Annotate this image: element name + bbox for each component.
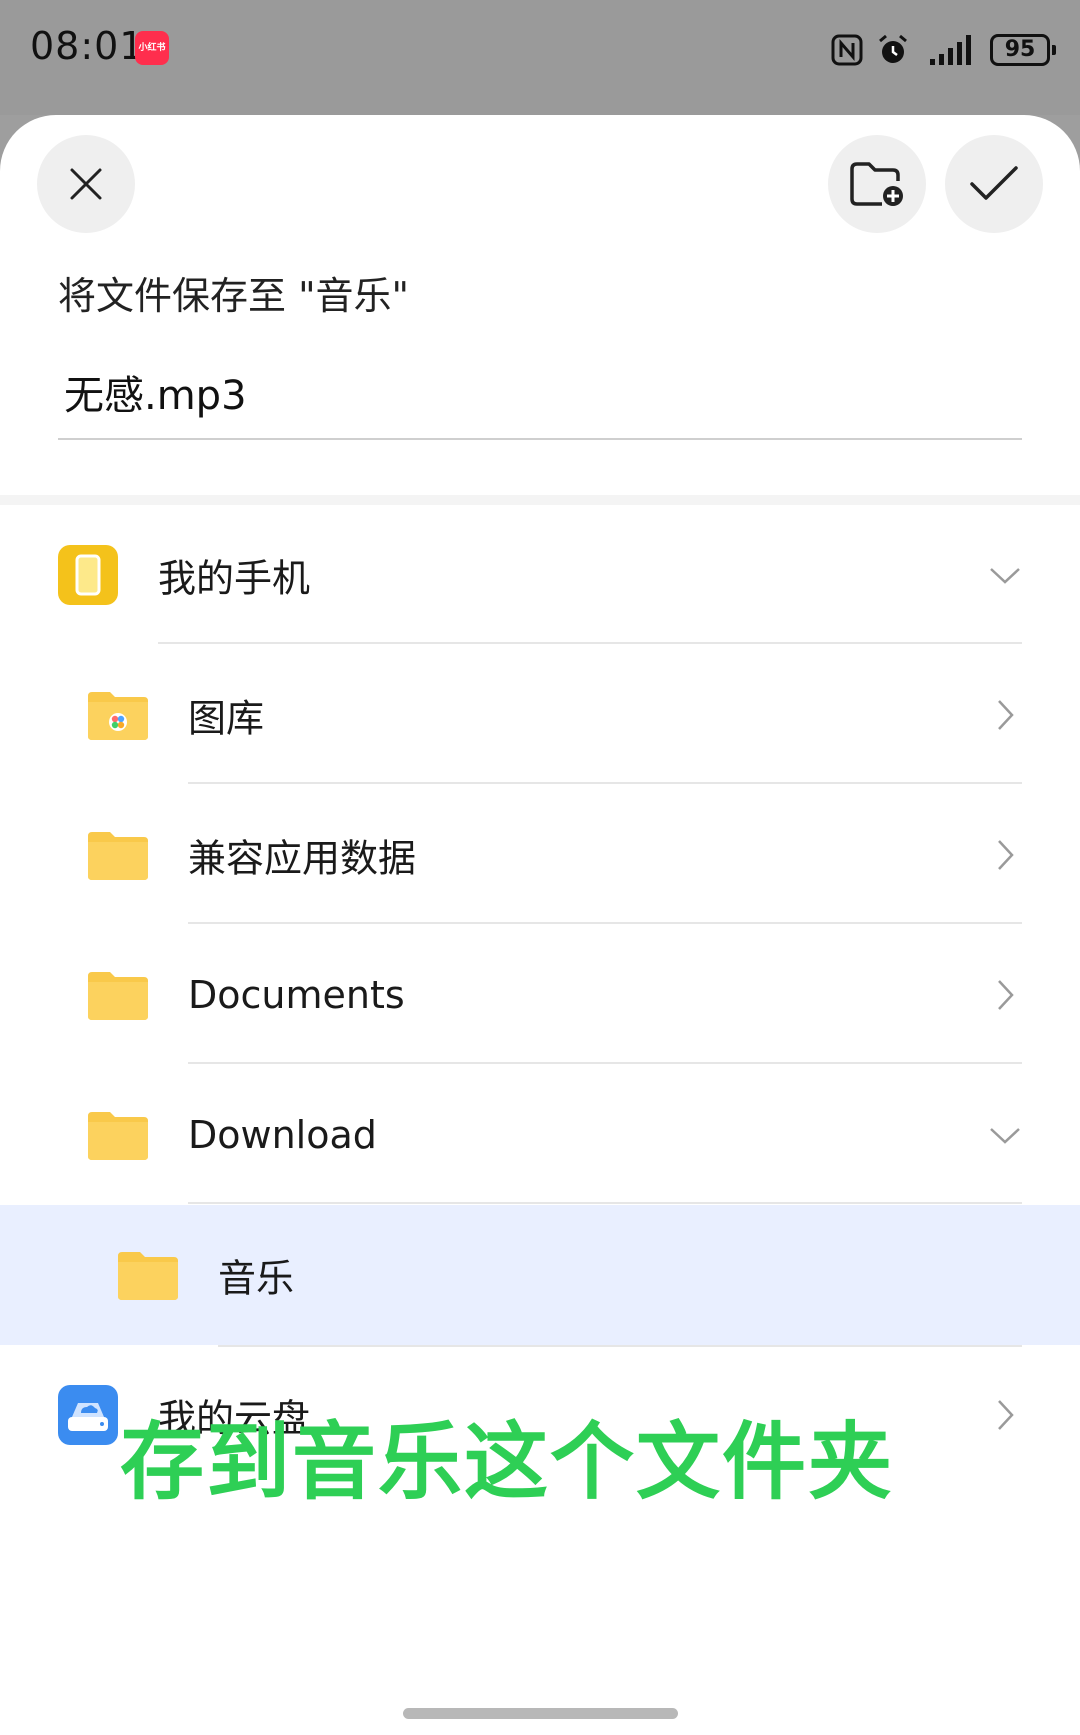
new-folder-icon <box>850 162 903 206</box>
chevron-down-icon <box>990 1128 1020 1144</box>
gallery-folder-icon <box>88 692 148 740</box>
tree-item-music-selected[interactable]: 音乐 <box>0 1205 1080 1345</box>
folder-icon <box>88 832 148 880</box>
folder-icon <box>88 1112 148 1160</box>
chevron-down-icon <box>990 568 1020 584</box>
tree-item-label: 音乐 <box>218 1256 295 1301</box>
folder-icon <box>88 972 148 1020</box>
tree-item-documents[interactable]: Documents <box>0 925 1080 1065</box>
confirm-button[interactable] <box>945 135 1043 233</box>
close-icon <box>70 168 102 200</box>
tree-item-label: Download <box>188 1113 377 1157</box>
tree-item-label: 我的手机 <box>158 556 311 601</box>
chevron-right-icon <box>998 840 1014 870</box>
tree-item-my-phone[interactable]: 我的手机 <box>0 505 1080 645</box>
divider <box>188 1202 1022 1204</box>
filename-input[interactable]: 无感.mp3 <box>64 363 247 421</box>
section-divider <box>0 495 1080 505</box>
overlay-caption: 存到音乐这个文件夹 <box>120 1413 895 1511</box>
chevron-right-icon <box>998 980 1014 1010</box>
cloud-drive-icon <box>58 1385 118 1445</box>
signal-icon <box>930 35 971 65</box>
tree-item-download[interactable]: Download <box>0 1065 1080 1205</box>
chevron-right-icon <box>998 1400 1014 1430</box>
app-badge-icon: 小红书 <box>135 31 169 65</box>
tree-item-label: Documents <box>188 973 405 1017</box>
status-icons: 95 <box>830 30 1056 70</box>
phone-storage-icon <box>58 545 118 605</box>
status-bar: 08:01 小红书 95 <box>0 0 1080 115</box>
checkmark-icon <box>970 166 1018 200</box>
divider <box>158 642 1022 644</box>
folder-icon <box>118 1252 178 1300</box>
divider <box>188 922 1022 924</box>
filename-underline <box>58 438 1022 440</box>
alarm-icon <box>879 34 907 63</box>
battery-icon: 95 <box>990 34 1056 66</box>
tree-item-compat-app-data[interactable]: 兼容应用数据 <box>0 785 1080 925</box>
new-folder-button[interactable] <box>828 135 926 233</box>
chevron-right-icon <box>998 700 1014 730</box>
tree-item-gallery[interactable]: 图库 <box>0 645 1080 785</box>
tree-item-label: 图库 <box>188 696 265 741</box>
divider <box>188 1062 1022 1064</box>
nfc-icon <box>831 34 863 66</box>
divider <box>188 782 1022 784</box>
close-button[interactable] <box>37 135 135 233</box>
tree-item-label: 兼容应用数据 <box>188 836 417 881</box>
home-indicator[interactable] <box>403 1708 678 1719</box>
status-time: 08:01 <box>30 24 145 68</box>
save-destination-title: 将文件保存至 "音乐" <box>58 274 410 318</box>
